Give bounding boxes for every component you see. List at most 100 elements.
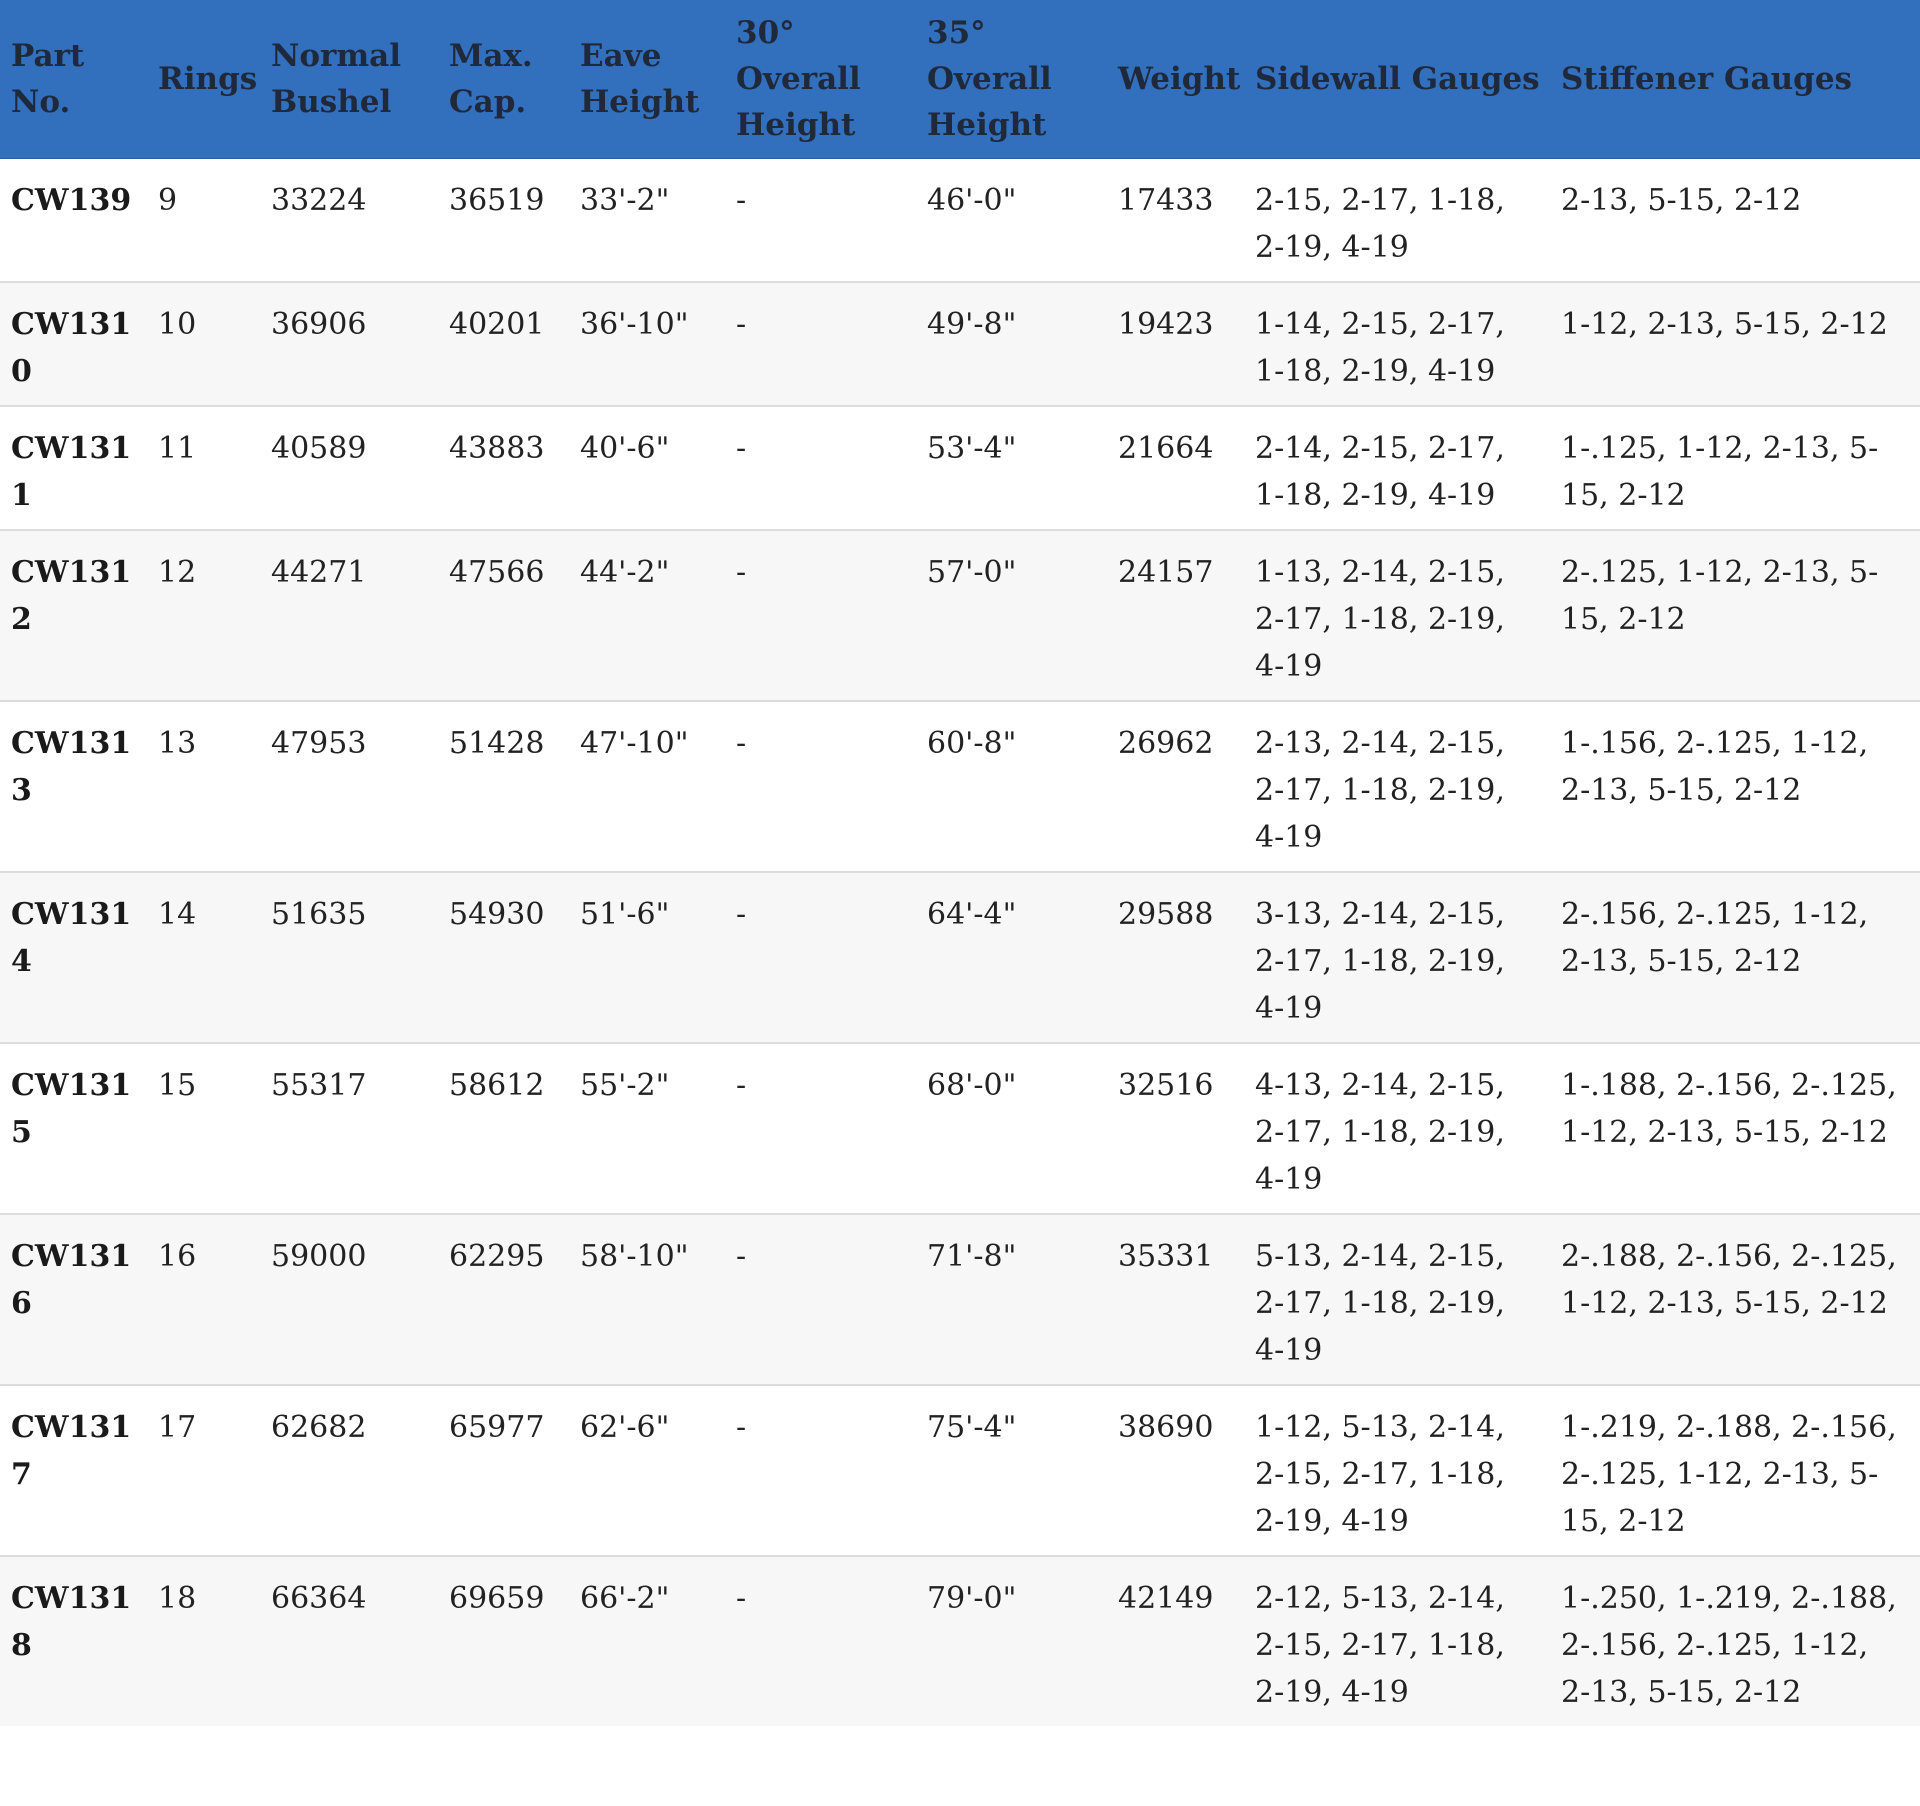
cell-weight: 29588 xyxy=(1107,872,1244,1044)
table-row: CW1310 10 36906 40201 36'-10" -49'-8" 19423 1-1… xyxy=(0,282,1920,407)
cell-stiffener-gauges: 1-.188, 2-.156, 2-.125, 1-12, 2-13, 5-15… xyxy=(1550,1043,1920,1215)
cell-stiffener-gauges: 1-12, 2-13, 5-15, 2-12 xyxy=(1550,282,1920,407)
table-row: CW1311 11 40589 43883 40'-6" -53'-4" 21664 2-14… xyxy=(0,406,1920,531)
table-row: CW1315 15 55317 58612 55'-2" -68'-0" 32516 4-13… xyxy=(0,1043,1920,1215)
cell-eave-height: 33'-2" xyxy=(569,158,725,283)
header-row: Part No. Rings Normal Bushel Max. Cap. E… xyxy=(0,0,1920,159)
cell-sidewall-gauges: 4-13, 2-14, 2-15, 2-17, 1-18, 2-19, 4-19 xyxy=(1244,1043,1550,1215)
cell-part-no: CW1318 xyxy=(0,1556,147,1726)
cell-normal-bushel: 66364 xyxy=(260,1556,438,1726)
cell-30-overall-height: - xyxy=(725,530,916,702)
cell-stiffener-gauges: 1-.219, 2-.188, 2-.156, 2-.125, 1-12, 2-… xyxy=(1550,1385,1920,1557)
cell-normal-bushel: 40589 xyxy=(260,406,438,531)
cell-stiffener-gauges: 2-.188, 2-.156, 2-.125, 1-12, 2-13, 5-15… xyxy=(1550,1214,1920,1386)
cell-rings: 18 xyxy=(147,1556,260,1726)
cell-weight: 35331 xyxy=(1107,1214,1244,1386)
cell-rings: 16 xyxy=(147,1214,260,1386)
cell-eave-height: 62'-6" xyxy=(569,1385,725,1557)
cell-weight: 26962 xyxy=(1107,701,1244,873)
cell-30-overall-height: - xyxy=(725,158,916,283)
cell-rings: 15 xyxy=(147,1043,260,1215)
cell-weight: 38690 xyxy=(1107,1385,1244,1557)
cell-normal-bushel: 59000 xyxy=(260,1214,438,1386)
table-row: CW1314 14 51635 54930 51'-6" -64'-4" 29588 3-13… xyxy=(0,872,1920,1044)
table-row: CW1316 16 59000 62295 58'-10" -71'-8" 35331 5-1… xyxy=(0,1214,1920,1386)
cell-35-overall-height: 75'-4" xyxy=(916,1385,1107,1557)
cell-sidewall-gauges: 2-12, 5-13, 2-14, 2-15, 2-17, 1-18, 2-19… xyxy=(1244,1556,1550,1726)
cell-eave-height: 40'-6" xyxy=(569,406,725,531)
cell-35-overall-height: 79'-0" xyxy=(916,1556,1107,1726)
cell-sidewall-gauges: 1-13, 2-14, 2-15, 2-17, 1-18, 2-19, 4-19 xyxy=(1244,530,1550,702)
cell-weight: 19423 xyxy=(1107,282,1244,407)
cell-stiffener-gauges: 2-.156, 2-.125, 1-12, 2-13, 5-15, 2-12 xyxy=(1550,872,1920,1044)
cell-normal-bushel: 62682 xyxy=(260,1385,438,1557)
cell-max-cap: 51428 xyxy=(438,701,569,873)
cell-sidewall-gauges: 1-14, 2-15, 2-17, 1-18, 2-19, 4-19 xyxy=(1244,282,1550,407)
cell-normal-bushel: 55317 xyxy=(260,1043,438,1215)
cell-35-overall-height: 64'-4" xyxy=(916,872,1107,1044)
cell-rings: 11 xyxy=(147,406,260,531)
table-row: CW1312 12 44271 47566 44'-2" -57'-0" 24157 1-13… xyxy=(0,530,1920,702)
cell-stiffener-gauges: 1-.250, 1-.219, 2-.188, 2-.156, 2-.125, … xyxy=(1550,1556,1920,1726)
cell-normal-bushel: 51635 xyxy=(260,872,438,1044)
cell-stiffener-gauges: 1-.156, 2-.125, 1-12, 2-13, 5-15, 2-12 xyxy=(1550,701,1920,873)
table-row: CW1313 13 47953 51428 47'-10" -60'-8" 26962 2-1… xyxy=(0,701,1920,873)
cell-normal-bushel: 44271 xyxy=(260,530,438,702)
cell-30-overall-height: - xyxy=(725,406,916,531)
cell-stiffener-gauges: 2-.125, 1-12, 2-13, 5-15, 2-12 xyxy=(1550,530,1920,702)
cell-sidewall-gauges: 5-13, 2-14, 2-15, 2-17, 1-18, 2-19, 4-19 xyxy=(1244,1214,1550,1386)
cell-35-overall-height: 46'-0" xyxy=(916,158,1107,283)
table-row: CW139 9 33224 36519 33'-2" -46'-0" 17433 2-15, … xyxy=(0,158,1920,283)
header-part-no: Part No. xyxy=(0,0,147,159)
cell-part-no: CW1314 xyxy=(0,872,147,1044)
header-rings: Rings xyxy=(147,0,260,159)
page-bottom-space xyxy=(0,1726,1920,1806)
cell-stiffener-gauges: 2-13, 5-15, 2-12 xyxy=(1550,158,1920,283)
cell-rings: 17 xyxy=(147,1385,260,1557)
cell-part-no: CW1310 xyxy=(0,282,147,407)
cell-35-overall-height: 53'-4" xyxy=(916,406,1107,531)
cell-part-no: CW1317 xyxy=(0,1385,147,1557)
cell-weight: 17433 xyxy=(1107,158,1244,283)
cell-part-no: CW1311 xyxy=(0,406,147,531)
cell-rings: 9 xyxy=(147,158,260,283)
cell-eave-height: 55'-2" xyxy=(569,1043,725,1215)
header-weight: Weight xyxy=(1107,0,1244,159)
cell-max-cap: 43883 xyxy=(438,406,569,531)
cell-eave-height: 44'-2" xyxy=(569,530,725,702)
header-normal-bushel: Normal Bushel xyxy=(260,0,438,159)
cell-max-cap: 40201 xyxy=(438,282,569,407)
cell-eave-height: 51'-6" xyxy=(569,872,725,1044)
header-max-cap: Max. Cap. xyxy=(438,0,569,159)
header-30-overall-height: 30° Overall Height xyxy=(725,0,916,159)
cell-max-cap: 58612 xyxy=(438,1043,569,1215)
cell-part-no: CW139 xyxy=(0,158,147,283)
cell-rings: 13 xyxy=(147,701,260,873)
cell-35-overall-height: 68'-0" xyxy=(916,1043,1107,1215)
cell-30-overall-height: - xyxy=(725,282,916,407)
cell-part-no: CW1312 xyxy=(0,530,147,702)
header-stiffener-gauges: Stiffener Gauges xyxy=(1550,0,1920,159)
header-sidewall-gauges: Sidewall Gauges xyxy=(1244,0,1550,159)
cell-weight: 21664 xyxy=(1107,406,1244,531)
silo-specifications-table: Part No. Rings Normal Bushel Max. Cap. E… xyxy=(0,0,1920,1726)
cell-35-overall-height: 49'-8" xyxy=(916,282,1107,407)
cell-normal-bushel: 33224 xyxy=(260,158,438,283)
cell-35-overall-height: 57'-0" xyxy=(916,530,1107,702)
cell-max-cap: 54930 xyxy=(438,872,569,1044)
cell-sidewall-gauges: 2-14, 2-15, 2-17, 1-18, 2-19, 4-19 xyxy=(1244,406,1550,531)
cell-weight: 24157 xyxy=(1107,530,1244,702)
cell-rings: 12 xyxy=(147,530,260,702)
cell-sidewall-gauges: 2-15, 2-17, 1-18, 2-19, 4-19 xyxy=(1244,158,1550,283)
cell-eave-height: 66'-2" xyxy=(569,1556,725,1726)
cell-max-cap: 62295 xyxy=(438,1214,569,1386)
cell-max-cap: 36519 xyxy=(438,158,569,283)
cell-max-cap: 65977 xyxy=(438,1385,569,1557)
cell-sidewall-gauges: 2-13, 2-14, 2-15, 2-17, 1-18, 2-19, 4-19 xyxy=(1244,701,1550,873)
header-35-overall-height: 35° Overall Height xyxy=(916,0,1107,159)
cell-normal-bushel: 47953 xyxy=(260,701,438,873)
cell-stiffener-gauges: 1-.125, 1-12, 2-13, 5-15, 2-12 xyxy=(1550,406,1920,531)
cell-weight: 42149 xyxy=(1107,1556,1244,1726)
table-header: Part No. Rings Normal Bushel Max. Cap. E… xyxy=(0,0,1920,159)
cell-30-overall-height: - xyxy=(725,701,916,873)
